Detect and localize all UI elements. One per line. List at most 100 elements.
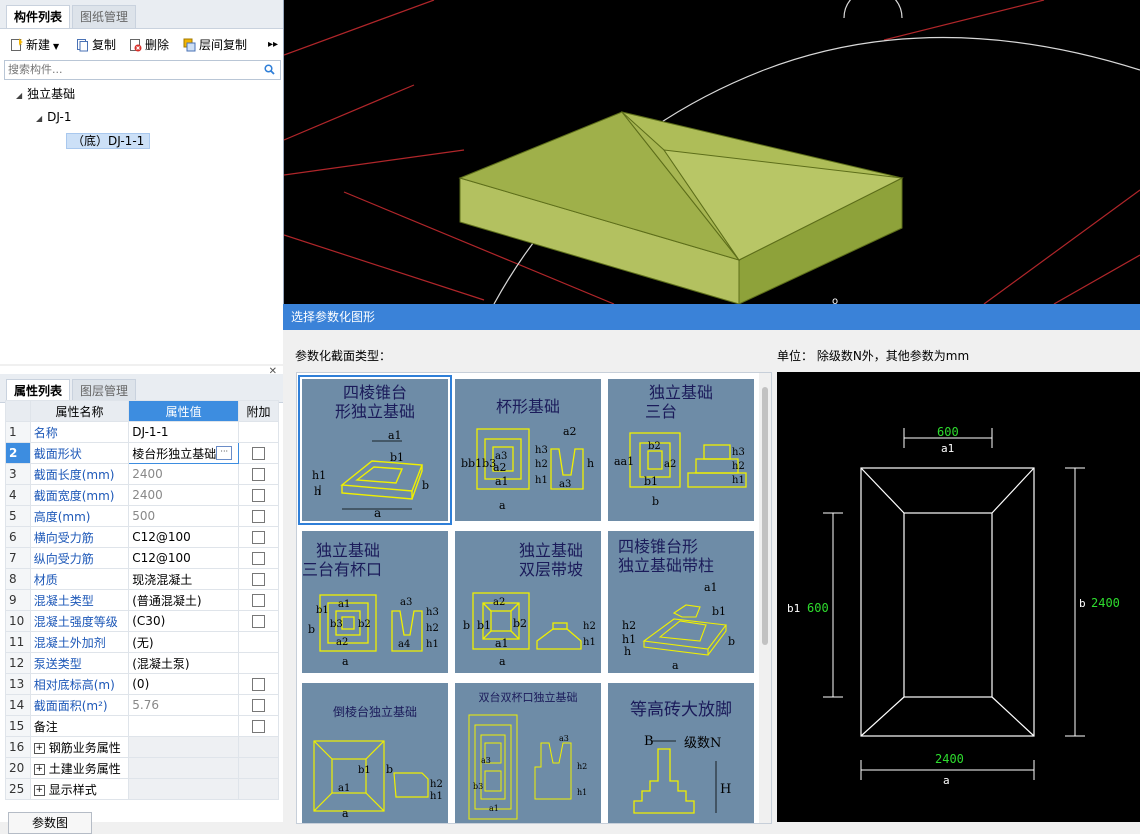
extra-checkbox[interactable] xyxy=(251,447,265,460)
svg-text:h: h xyxy=(587,457,594,470)
table-row[interactable]: 14 截面面积(m²) 5.76 xyxy=(5,694,280,716)
svg-text:a: a xyxy=(374,506,381,520)
extra-checkbox[interactable] xyxy=(251,552,265,565)
table-row[interactable]: 9 混凝土类型 (普通混凝土) xyxy=(5,589,280,611)
thumbnail-scrollbar[interactable] xyxy=(759,373,771,823)
table-row[interactable]: 2 截面形状 棱台形独立基础 ··· xyxy=(5,442,280,464)
thumb-pyramid-foundation[interactable]: 四棱锥台 形独立基础 a a1 b1 b h1 h xyxy=(298,375,452,525)
tree-node-child[interactable]: ◢ DJ-1 xyxy=(36,107,71,127)
extra-checkbox[interactable] xyxy=(251,615,265,628)
svg-text:a4: a4 xyxy=(398,639,410,650)
expand-plus-icon[interactable]: + xyxy=(33,763,45,775)
table-row[interactable]: 20 + 土建业务属性 xyxy=(5,757,280,779)
svg-text:b: b xyxy=(463,619,470,632)
svg-text:b: b xyxy=(422,479,429,492)
extra-checkbox[interactable] xyxy=(251,678,265,691)
tab-property-list[interactable]: 属性列表 xyxy=(6,379,71,402)
svg-text:a1: a1 xyxy=(489,804,499,813)
svg-text:h3: h3 xyxy=(535,445,548,456)
table-row[interactable]: 25 + 显示样式 xyxy=(5,778,280,800)
svg-text:bb1b3: bb1b3 xyxy=(461,457,496,470)
svg-text:a1: a1 xyxy=(704,581,718,594)
table-row[interactable]: 8 材质 现浇混凝土 xyxy=(5,568,280,590)
inverted-frustum-diagram: b1 a1 a b h2h1 xyxy=(313,740,443,820)
floor-copy-button[interactable]: 层间复制 xyxy=(183,36,247,54)
svg-text:b: b xyxy=(386,763,393,776)
thumb-double-slope-foundation[interactable]: 独立基础 双层带坡 b1 b2 a2 a1 a b h2 h1 xyxy=(455,531,601,673)
table-row[interactable]: 12 泵送类型 (混凝土泵) xyxy=(5,652,280,674)
thumb-double-cup-foundation[interactable]: 双台双杯口独立基础 a3 b3 a1 a3 h2 h1 xyxy=(455,683,601,823)
table-row[interactable]: 16 + 钢筋业务属性 xyxy=(5,736,280,758)
expand-plus-icon[interactable]: + xyxy=(33,742,45,754)
table-row[interactable]: 7 纵向受力筋 C12@100 xyxy=(5,547,280,569)
delete-button[interactable]: 删除 xyxy=(129,36,169,54)
table-row[interactable]: 13 相对底标高(m) (0) xyxy=(5,673,280,695)
tree-node-root[interactable]: ◢ 独立基础 xyxy=(16,84,75,104)
search-input[interactable] xyxy=(5,61,251,77)
search-box xyxy=(4,60,281,80)
extra-checkbox[interactable] xyxy=(251,573,265,586)
extra-checkbox[interactable] xyxy=(251,699,265,712)
svg-text:h2: h2 xyxy=(577,762,587,771)
tab-component-list[interactable]: 构件列表 xyxy=(6,5,71,28)
svg-text:b1: b1 xyxy=(316,605,329,616)
svg-text:b3: b3 xyxy=(330,619,343,630)
copy-button[interactable]: 复制 xyxy=(76,36,116,54)
double-slope-diagram: b1 b2 a2 a1 a b h2 h1 xyxy=(463,592,596,668)
table-row[interactable]: 11 混凝土外加剂 (无) xyxy=(5,631,280,653)
table-row[interactable]: 1 名称 DJ-1-1 xyxy=(5,421,280,443)
scrollbar-thumb[interactable] xyxy=(762,387,768,645)
thumb-pyramid-with-column[interactable]: 四棱锥台形 独立基础带柱 a1 b1 b h2 h1 h a xyxy=(608,531,754,673)
svg-text:a: a xyxy=(342,655,349,668)
expand-triangle-icon[interactable]: ◢ xyxy=(36,109,42,129)
new-button[interactable]: 新建 ▼ xyxy=(10,36,59,54)
thumb-three-step-cup-foundation[interactable]: 独立基础 三台有杯口 a1 b1 b3 b2 a2 a b a3 a4 h3 h2 h1 xyxy=(302,531,448,673)
svg-text:a1: a1 xyxy=(495,475,509,488)
extra-checkbox[interactable] xyxy=(251,468,265,481)
thumb-cup-foundation[interactable]: 杯形基础 a2 a3 a1 a bb1b3 a2 h3 h2 h1 a3 h xyxy=(455,379,601,521)
a1-label: a1 xyxy=(941,442,954,455)
tab-drawing-manage[interactable]: 图纸管理 xyxy=(72,5,137,28)
a1-value: 600 xyxy=(937,425,959,439)
svg-text:a3: a3 xyxy=(559,479,571,490)
extra-checkbox[interactable] xyxy=(251,594,265,607)
expand-plus-icon[interactable]: + xyxy=(33,784,45,796)
svg-text:h1: h1 xyxy=(426,639,439,650)
property-table: 属性名称 属性值 附加 1 名称 DJ-1-1 2 截面形状 棱台形独立基础 ··… xyxy=(5,400,280,800)
table-row[interactable]: 4 截面宽度(mm) 2400 xyxy=(5,484,280,506)
svg-text:b: b xyxy=(728,635,735,648)
table-row[interactable]: 5 高度(mm) 500 xyxy=(5,505,280,527)
svg-text:a1: a1 xyxy=(338,783,350,794)
chevron-down-icon: ▼ xyxy=(53,42,60,51)
more-icon[interactable]: ▸▸ xyxy=(268,36,278,54)
table-row[interactable]: 3 截面长度(mm) 2400 xyxy=(5,463,280,485)
svg-text:h3: h3 xyxy=(426,607,439,618)
thumb-three-step-foundation[interactable]: 独立基础 三台 b2 a2 aa1 b1 b h3 h2 h1 xyxy=(608,379,754,521)
svg-text:a3: a3 xyxy=(400,597,412,608)
parameter-diagram-button[interactable]: 参数图 xyxy=(8,812,92,834)
tab-layer-manage[interactable]: 图层管理 xyxy=(72,379,137,402)
extra-checkbox[interactable] xyxy=(251,510,265,523)
svg-text:a2: a2 xyxy=(493,597,505,608)
b1-value: 600 xyxy=(807,601,829,615)
expand-triangle-icon[interactable]: ◢ xyxy=(16,86,22,106)
thumb-inverted-frustum[interactable]: 倒棱台独立基础 b1 a1 a b h2 h1 xyxy=(302,683,448,823)
property-header-row: 属性名称 属性值 附加 xyxy=(5,400,280,422)
svg-text:b: b xyxy=(308,623,315,636)
svg-text:a2: a2 xyxy=(336,637,348,648)
svg-text:b1: b1 xyxy=(477,619,491,632)
extra-checkbox[interactable] xyxy=(251,489,265,502)
table-row[interactable]: 15 备注 xyxy=(5,715,280,737)
table-row[interactable]: 6 横向受力筋 C12@100 xyxy=(5,526,280,548)
tree-node-leaf[interactable]: （底）DJ-1-1 xyxy=(66,131,151,151)
search-icon[interactable] xyxy=(264,64,275,75)
table-row[interactable]: 10 混凝土强度等级 (C30) xyxy=(5,610,280,632)
3d-viewport[interactable]: o xyxy=(283,0,1140,307)
extra-checkbox[interactable] xyxy=(251,531,265,544)
ellipsis-button[interactable]: ··· xyxy=(216,446,233,460)
svg-text:a3: a3 xyxy=(559,734,569,743)
svg-text:aa1: aa1 xyxy=(614,455,634,468)
svg-text:h2: h2 xyxy=(622,619,636,632)
thumb-equal-brick-footing[interactable]: 等高砖大放脚 B 级数N H xyxy=(608,683,754,823)
extra-checkbox[interactable] xyxy=(251,720,265,733)
